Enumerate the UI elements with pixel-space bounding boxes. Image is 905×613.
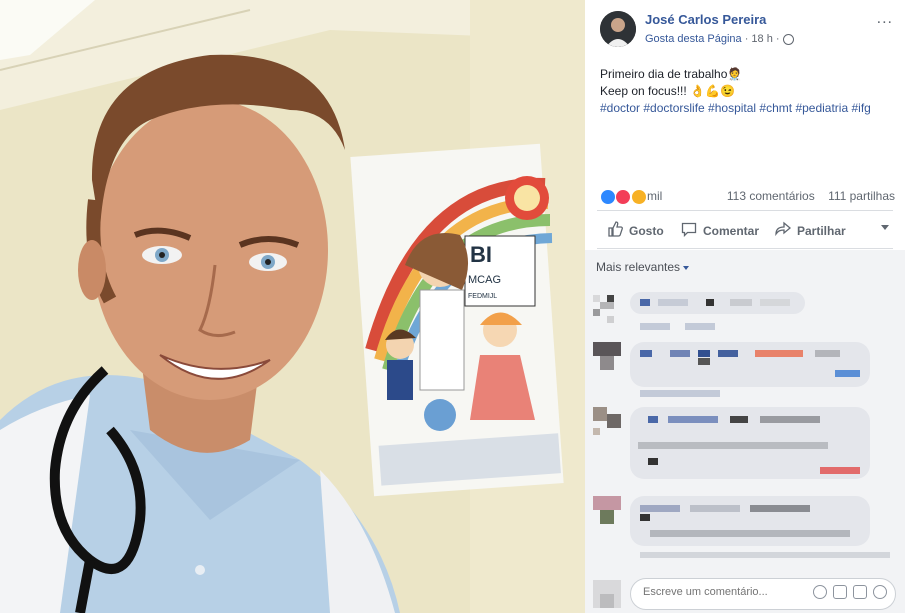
- reactions-summary[interactable]: [600, 189, 647, 205]
- current-user-avatar: [593, 580, 621, 608]
- divider: [597, 210, 893, 211]
- gif-icon[interactable]: [853, 585, 867, 599]
- commenter-avatar[interactable]: [593, 496, 621, 524]
- shares-count[interactable]: 111 partilhas: [828, 189, 895, 203]
- doctor-selfie-image: BI MCAG FEDMIJL: [0, 0, 585, 613]
- share-button[interactable]: Partilhar: [775, 221, 846, 240]
- post-header: José Carlos Pereira Gosta desta Página ·…: [585, 0, 905, 60]
- reactions-count[interactable]: mil: [647, 189, 662, 203]
- comment-bubble: [630, 292, 805, 314]
- haha-reaction-icon: [630, 189, 647, 205]
- comment-bubble: [630, 407, 870, 479]
- comment-meta: [640, 390, 720, 397]
- camera-icon[interactable]: [833, 585, 847, 599]
- comment-icon: [681, 221, 697, 240]
- post-photo[interactable]: BI MCAG FEDMIJL: [0, 0, 585, 613]
- post-hashtags[interactable]: #doctor #doctorslife #hospital #chmt #pe…: [600, 100, 895, 117]
- svg-text:FEDMIJL: FEDMIJL: [468, 293, 497, 300]
- comment-bubble: [630, 496, 870, 546]
- post-meta: Gosta desta Página · 18 h ·: [645, 33, 794, 45]
- comments-count[interactable]: 113 comentários: [727, 189, 815, 203]
- comment-sort-label: Mais relevantes: [596, 260, 681, 274]
- audience-dropdown-icon[interactable]: [881, 225, 889, 230]
- post-stats: mil 113 comentários 111 partilhas: [600, 186, 895, 206]
- like-reaction-icon: [600, 189, 616, 205]
- author-avatar[interactable]: [600, 11, 636, 47]
- sticker-icon[interactable]: [873, 585, 887, 599]
- comment-meta: [640, 323, 670, 330]
- comment-input[interactable]: [641, 585, 805, 599]
- love-reaction-icon: [615, 189, 632, 205]
- like-button[interactable]: Gosto: [607, 221, 664, 240]
- chevron-down-icon: [683, 265, 690, 270]
- more-options-icon[interactable]: ...: [877, 10, 893, 28]
- commenter-avatar[interactable]: [593, 295, 621, 323]
- post-text-line: Keep on focus!!! 👌💪😉: [600, 84, 735, 98]
- share-label: Partilhar: [797, 223, 846, 238]
- author-name[interactable]: José Carlos Pereira: [645, 12, 766, 27]
- globe-icon[interactable]: [782, 33, 794, 45]
- like-label: Gosto: [629, 223, 664, 238]
- commenter-avatar[interactable]: [593, 342, 621, 370]
- divider: [597, 248, 893, 249]
- post-panel: José Carlos Pereira Gosta desta Página ·…: [585, 0, 905, 613]
- comment-composer[interactable]: [630, 578, 896, 610]
- svg-text:MCAG: MCAG: [468, 274, 501, 286]
- comment-sort-dropdown[interactable]: Mais relevantes: [596, 260, 690, 274]
- post-text: Primeiro dia de trabalho🧑‍⚕️ Keep on foc…: [600, 66, 895, 117]
- comment-bubble: [630, 342, 870, 387]
- post-text-line: Primeiro dia de trabalho🧑‍⚕️: [600, 67, 743, 81]
- comment-meta: [640, 552, 890, 558]
- thumbs-up-icon: [607, 221, 623, 240]
- comment-label: Comentar: [703, 223, 760, 238]
- comment-button[interactable]: Comentar: [681, 221, 759, 240]
- share-icon: [775, 221, 792, 240]
- post-time[interactable]: 18 h: [751, 33, 772, 45]
- comments-section: Mais relevantes: [585, 250, 905, 613]
- post-actions: Gosto Comentar Partilhar: [597, 213, 893, 247]
- poster-letters: BI: [470, 242, 492, 267]
- like-page-link[interactable]: Gosta desta Página: [645, 33, 742, 45]
- emoji-icon[interactable]: [813, 585, 827, 599]
- commenter-avatar[interactable]: [593, 407, 621, 435]
